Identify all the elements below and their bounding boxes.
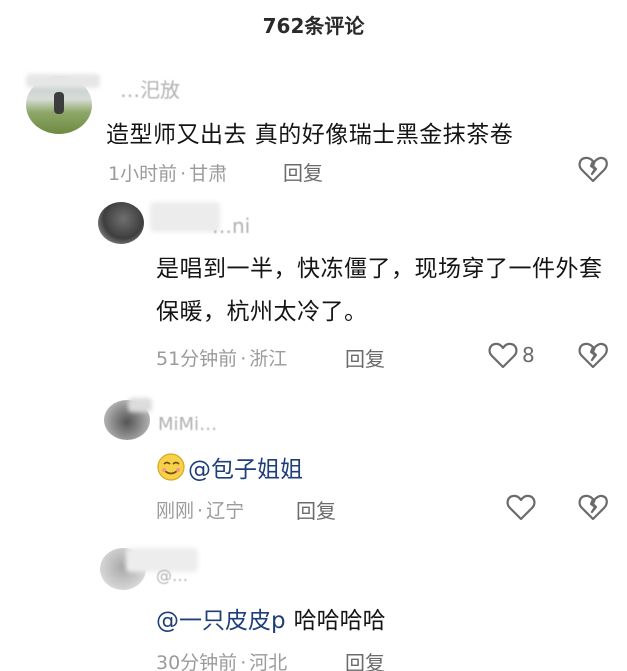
comment-time: 1小时前 — [108, 163, 178, 185]
broken-heart-icon[interactable] — [578, 493, 608, 521]
comment-username[interactable]: …汜放 — [120, 74, 180, 103]
comment-text: @一只皮皮p 哈哈哈哈 — [156, 601, 386, 635]
broken-heart-icon[interactable] — [578, 155, 608, 183]
comment-location: 甘肃 — [189, 163, 228, 185]
comment-username[interactable]: MiMi… — [158, 414, 217, 435]
reply-button[interactable]: 回复 — [345, 343, 385, 372]
heart-outline-icon[interactable] — [488, 341, 518, 369]
avatar-blur — [26, 74, 100, 88]
comment-location: 浙江 — [249, 348, 288, 370]
comment-text: 是唱到一半，快冻僵了，现场穿了一件外套保暖，杭州太冷了。 — [156, 256, 603, 325]
comment-username[interactable]: …ni — [212, 214, 250, 238]
reply-button[interactable]: 回复 — [345, 647, 385, 671]
comment-text: 造型师又出去 真的好像瑞士黑金抹茶卷 — [106, 122, 514, 148]
comment-meta: 1小时前 · 甘肃 — [108, 163, 228, 185]
comment-meta: 51分钟前 · 浙江 — [156, 348, 288, 370]
comments-count-title: 762条评论 — [262, 14, 365, 38]
comment-time: 30分钟前 — [156, 652, 238, 671]
user-mention-link[interactable]: @一只皮皮p — [156, 601, 286, 635]
avatar[interactable] — [98, 202, 144, 244]
comment-username[interactable]: @… — [156, 566, 188, 585]
avatar-blur — [128, 398, 152, 412]
reply-button[interactable]: 回复 — [283, 157, 323, 186]
comment-body: 哈哈哈哈 — [293, 608, 386, 634]
comment-time: 51分钟前 — [156, 348, 238, 370]
reply-button[interactable]: 回复 — [296, 495, 336, 524]
username-blur — [150, 202, 220, 232]
comment-location: 河北 — [249, 652, 288, 671]
comment-time: 刚刚 — [156, 500, 195, 522]
heart-outline-icon[interactable] — [506, 493, 536, 521]
smile-emoji-icon — [156, 452, 186, 482]
comment-meta: 30分钟前 · 河北 — [156, 648, 287, 671]
comment-location: 辽宁 — [206, 500, 245, 522]
user-mention-link[interactable]: @包子姐姐 — [188, 450, 303, 484]
comment-meta: 刚刚 · 辽宁 — [156, 500, 245, 522]
broken-heart-icon[interactable] — [578, 341, 608, 369]
comment-text: @包子姐姐 — [156, 450, 303, 484]
like-count: 8 — [522, 343, 535, 367]
